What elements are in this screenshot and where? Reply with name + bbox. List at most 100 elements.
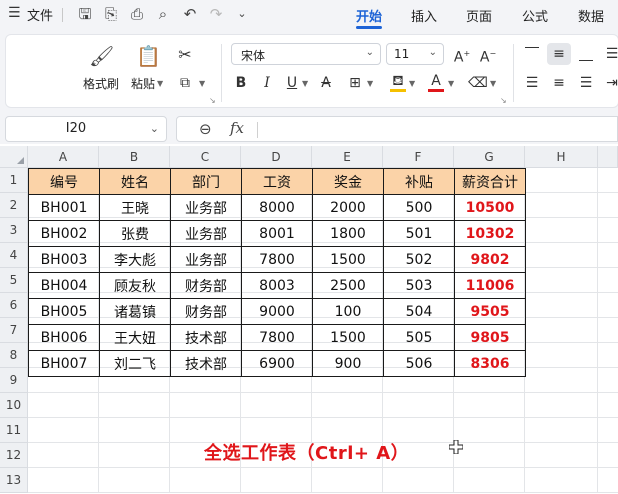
table-cell[interactable]: 1500 [312,324,384,351]
bold-icon[interactable]: B [231,73,251,93]
font-color-icon[interactable]: A [426,71,446,91]
table-header-cell[interactable]: 奖金 [312,168,384,195]
table-cell[interactable]: 7800 [241,324,313,351]
name-box[interactable]: I20 ⌄ [5,116,167,142]
table-cell[interactable]: BH007 [28,350,100,377]
table-cell[interactable]: 9802 [454,246,526,273]
decrease-font-size-icon[interactable]: A− [478,44,498,66]
italic-icon[interactable]: I [257,73,277,93]
table-cell[interactable]: 财务部 [170,298,242,325]
column-header-e[interactable]: E [312,146,383,168]
table-cell[interactable]: 502 [383,246,455,273]
clear-format-icon[interactable]: ⌫ [468,73,488,93]
strikethrough-icon[interactable]: A [316,73,336,93]
column-header-g[interactable]: G [454,146,525,168]
table-cell[interactable]: 2500 [312,272,384,299]
cut-icon[interactable]: ✂ [175,45,195,65]
row-header-5[interactable]: 5 [0,268,28,293]
font-size-select[interactable]: 11 ⌄ [386,43,444,65]
table-cell[interactable]: 王大妞 [99,324,171,351]
table-cell[interactable]: BH004 [28,272,100,299]
table-cell[interactable]: 业务部 [170,194,242,221]
align-center-icon[interactable]: ≡ [549,73,569,93]
print-icon[interactable]: ⎙ [127,4,147,24]
column-header-c[interactable]: C [170,146,241,168]
table-header-cell[interactable]: 补贴 [383,168,455,195]
align-bottom-icon[interactable]: ⎽ [576,44,596,64]
table-cell[interactable]: 506 [383,350,455,377]
table-cell[interactable]: 9000 [241,298,313,325]
table-cell[interactable]: 11006 [454,272,526,299]
tab-home[interactable]: 开始 [356,6,382,25]
table-cell[interactable]: 503 [383,272,455,299]
font-color-caret-icon[interactable]: ▼ [448,79,454,88]
table-cell[interactable]: 顾友秋 [99,272,171,299]
table-cell[interactable]: 9805 [454,324,526,351]
fill-color-caret-icon[interactable]: ▼ [409,79,415,88]
paste-icon[interactable]: 📋 [136,44,161,68]
table-cell[interactable]: 8000 [241,194,313,221]
border-caret-icon[interactable]: ▼ [367,79,373,88]
table-cell[interactable]: 900 [312,350,384,377]
column-header-f[interactable]: F [383,146,454,168]
table-cell[interactable]: BH002 [28,220,100,247]
tab-formula[interactable]: 公式 [522,6,548,25]
paste-caret-icon[interactable]: ▼ [157,79,163,88]
row-header-6[interactable]: 6 [0,293,28,318]
table-cell[interactable]: 业务部 [170,246,242,273]
underline-icon[interactable]: U [282,73,302,93]
table-cell[interactable]: 技术部 [170,350,242,377]
hamburger-menu-icon[interactable]: ☰ [8,6,22,20]
table-cell[interactable]: BH006 [28,324,100,351]
print-preview-icon[interactable]: ⌕ [153,4,173,24]
table-cell[interactable]: 2000 [312,194,384,221]
table-cell[interactable]: 505 [383,324,455,351]
copy-caret-icon[interactable]: ▼ [199,79,205,88]
row-header-1[interactable]: 1 [0,168,28,193]
row-header-2[interactable]: 2 [0,193,28,218]
zoom-search-icon[interactable]: ⊖ [199,120,212,138]
export-pdf-icon[interactable]: ⎘ [101,4,121,24]
column-header-a[interactable]: A [28,146,99,168]
underline-caret-icon[interactable]: ▼ [302,79,308,88]
column-header-d[interactable]: D [241,146,312,168]
align-top-icon[interactable]: ⎺ [522,44,542,64]
fill-color-icon[interactable]: ⛾ [388,71,408,91]
tab-data[interactable]: 数据 [578,6,604,25]
wrap-text-icon[interactable]: ☰ [602,44,618,64]
insert-function-icon[interactable]: fx [230,119,244,137]
table-header-cell[interactable]: 部门 [170,168,242,195]
table-cell[interactable]: 9505 [454,298,526,325]
row-header-11[interactable]: 11 [0,418,28,443]
row-header-10[interactable]: 10 [0,393,28,418]
table-cell[interactable]: 8001 [241,220,313,247]
table-header-cell[interactable]: 姓名 [99,168,171,195]
clear-caret-icon[interactable]: ▼ [490,79,496,88]
align-left-icon[interactable]: ☰ [522,73,542,93]
table-cell[interactable]: 6900 [241,350,313,377]
table-cell[interactable]: 王晓 [99,194,171,221]
row-header-7[interactable]: 7 [0,318,28,343]
table-header-cell[interactable]: 编号 [28,168,100,195]
format-painter-icon[interactable]: 🖌 [89,44,114,68]
table-cell[interactable]: BH003 [28,246,100,273]
indent-icon[interactable]: ⇥ [602,73,618,93]
clipboard-dialog-icon[interactable]: ↘ [209,96,216,105]
table-cell[interactable]: 张费 [99,220,171,247]
row-header-12[interactable]: 12 [0,443,28,468]
table-cell[interactable]: 7800 [241,246,313,273]
table-cell[interactable]: 100 [312,298,384,325]
save-icon[interactable]: 🖫 [75,4,95,24]
table-cell[interactable]: 501 [383,220,455,247]
table-cell[interactable]: 8003 [241,272,313,299]
table-cell[interactable]: 10302 [454,220,526,247]
row-header-4[interactable]: 4 [0,243,28,268]
format-painter-label[interactable]: 格式刷 [83,75,119,92]
table-cell[interactable]: 1800 [312,220,384,247]
border-icon[interactable]: ⊞ [345,73,365,93]
table-cell[interactable]: 500 [383,194,455,221]
align-right-icon[interactable]: ☰ [576,73,596,93]
table-cell[interactable]: 504 [383,298,455,325]
tab-insert[interactable]: 插入 [411,6,437,25]
select-all-corner[interactable] [0,146,28,168]
